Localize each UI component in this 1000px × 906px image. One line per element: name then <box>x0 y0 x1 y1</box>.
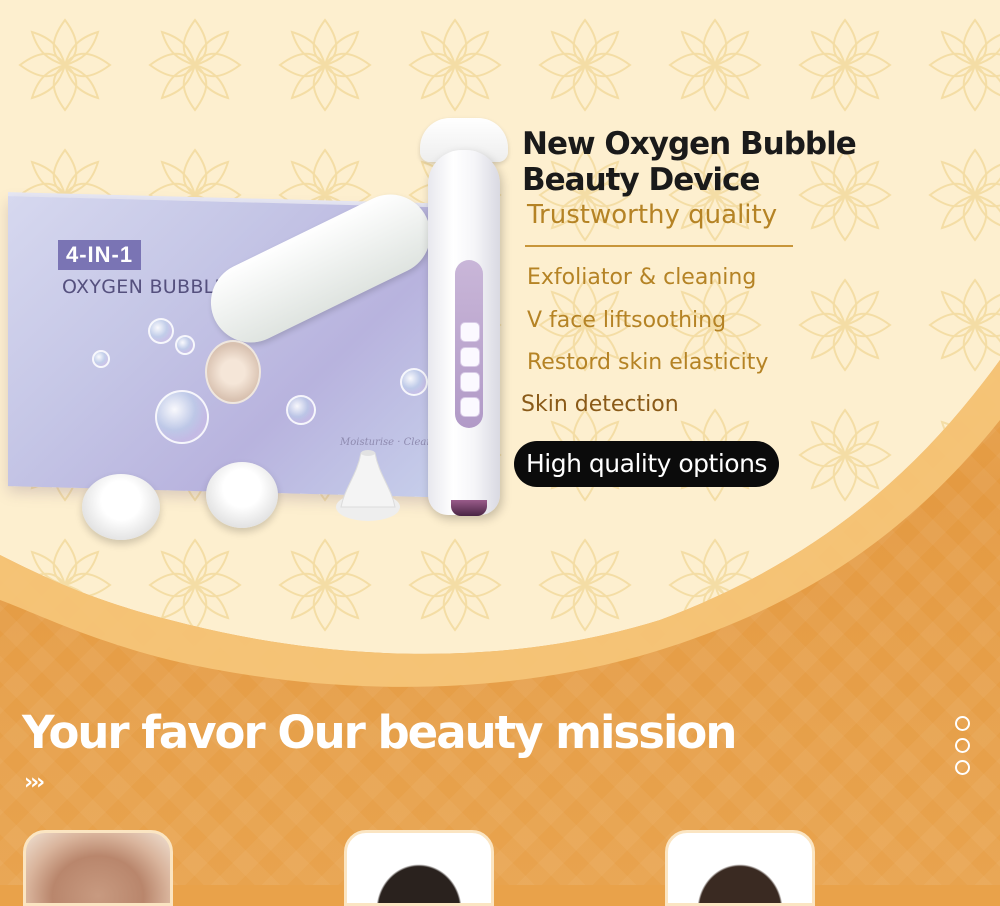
pager-dot-icon[interactable] <box>955 760 970 775</box>
chevron-right-icon: ››› <box>24 770 45 795</box>
wand-button-2 <box>460 347 480 367</box>
pager-dot-icon[interactable] <box>955 738 970 753</box>
device-head-illustration <box>205 340 261 404</box>
wand-button-3 <box>460 372 480 392</box>
mission-heading: Your favor Our beauty mission <box>22 706 737 759</box>
feature-item: Restord skin elasticity <box>527 350 769 375</box>
before-after-photo-2[interactable] <box>344 830 494 906</box>
feature-item: Exfoliator & cleaning <box>527 265 757 290</box>
bubble-icon <box>400 368 428 396</box>
brush-head-attachment <box>82 474 160 540</box>
bubble-icon <box>92 350 110 368</box>
product-box-tag: 4-IN-1 <box>58 240 142 270</box>
hero-section: 4-IN-1 OXYGEN BUBBLE METER Moisturise · … <box>0 0 1000 690</box>
hero-title: New Oxygen Bubble Beauty Device <box>522 126 857 198</box>
before-after-photo-3[interactable] <box>665 830 815 906</box>
brush-head-attachment <box>206 462 278 528</box>
bubble-icon <box>155 390 209 444</box>
high-quality-options-button[interactable]: High quality options <box>514 441 779 487</box>
wand-button-4 <box>460 397 480 417</box>
pager-dot-icon[interactable] <box>955 716 970 731</box>
feature-item: V face liftsoothing <box>527 308 727 333</box>
pager-dots <box>955 716 971 782</box>
hero-subtitle: Trustworthy quality <box>527 200 778 230</box>
wand-tip <box>451 500 487 516</box>
feature-item: Skin detection <box>521 392 679 417</box>
before-after-photo-1[interactable] <box>23 830 173 906</box>
divider <box>525 245 793 247</box>
bubble-icon <box>286 395 316 425</box>
bubble-icon <box>175 335 195 355</box>
nozzle-attachment <box>336 450 400 521</box>
bubble-icon <box>148 318 174 344</box>
wand-button-1 <box>460 322 480 342</box>
